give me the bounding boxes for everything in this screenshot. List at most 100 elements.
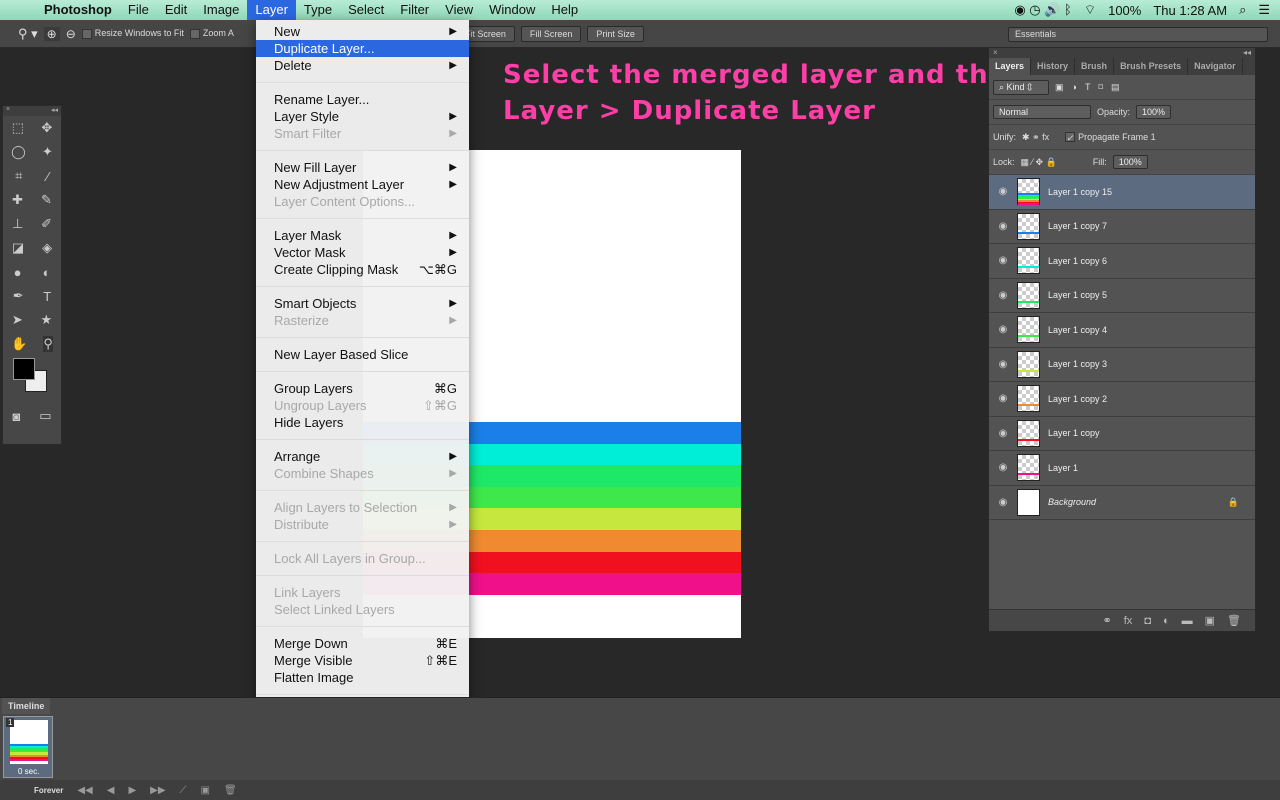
prev-frame-icon[interactable]: ◀ — [107, 785, 115, 796]
blend-mode-select[interactable]: Normal — [993, 105, 1091, 119]
menu-select[interactable]: Select — [340, 0, 392, 20]
menu-app[interactable]: Photoshop — [36, 0, 120, 20]
menu-item-create-clipping-mask[interactable]: Create Clipping Mask ⌥⌘G — [256, 261, 469, 278]
menu-item-delete[interactable]: Delete ▶ — [256, 57, 469, 74]
loop-select[interactable]: Forever — [34, 786, 63, 795]
visibility-eye-icon[interactable]: ◉ — [989, 221, 1017, 232]
notification-icon[interactable]: ☰ — [1258, 2, 1270, 18]
tab-brush-presets[interactable]: Brush Presets — [1114, 58, 1189, 75]
delete-frame-icon[interactable]: 🗑 — [224, 785, 237, 796]
menu-item-new-adjustment-layer[interactable]: New Adjustment Layer ▶ — [256, 176, 469, 193]
tween-icon[interactable]: ⟋ — [180, 785, 187, 796]
menu-item-group-layers[interactable]: Group Layers ⌘G — [256, 380, 469, 397]
layer-name[interactable]: Layer 1 copy 15 — [1048, 187, 1112, 197]
status-icons[interactable]: ◉ ◷ 🔊 ᛒ — [1014, 2, 1072, 18]
resize-windows-checkbox[interactable]: Resize Windows to Fit — [81, 28, 184, 39]
layer-name[interactable]: Layer 1 copy 5 — [1048, 290, 1107, 300]
propagate-checkbox[interactable]: ✓ Propagate Frame 1 — [1065, 132, 1156, 143]
visibility-eye-icon[interactable]: ◉ — [989, 462, 1017, 473]
menu-file[interactable]: File — [120, 0, 157, 20]
layer-row[interactable]: ◉ Layer 1 — [989, 451, 1255, 486]
spotlight-icon[interactable]: ⌕ — [1239, 2, 1246, 18]
tab-navigator[interactable]: Navigator — [1188, 58, 1243, 75]
adjustment-icon[interactable]: ◐ — [1163, 615, 1170, 627]
menu-help[interactable]: Help — [543, 0, 586, 20]
visibility-eye-icon[interactable]: ◉ — [989, 290, 1017, 301]
visibility-eye-icon[interactable]: ◉ — [989, 359, 1017, 370]
fill-screen-button[interactable]: Fill Screen — [520, 25, 582, 42]
menu-window[interactable]: Window — [481, 0, 543, 20]
layer-name[interactable]: Layer 1 copy — [1048, 428, 1100, 438]
layer-name[interactable]: Layer 1 copy 6 — [1048, 256, 1107, 266]
visibility-eye-icon[interactable]: ◉ — [989, 255, 1017, 266]
menu-item-new-fill-layer[interactable]: New Fill Layer ▶ — [256, 159, 469, 176]
menu-type[interactable]: Type — [296, 0, 340, 20]
menu-view[interactable]: View — [437, 0, 481, 20]
tab-history[interactable]: History — [1031, 58, 1076, 75]
trash-icon[interactable]: 🗑 — [1227, 614, 1241, 627]
layer-row[interactable]: ◉ Layer 1 copy 6 — [989, 244, 1255, 279]
menu-filter[interactable]: Filter — [392, 0, 437, 20]
fx-icon[interactable]: fx — [1124, 615, 1133, 627]
zoom-in-icon[interactable]: ⊕ — [43, 26, 60, 41]
tab-brush[interactable]: Brush — [1075, 58, 1115, 75]
layer-name[interactable]: Layer 1 copy 7 — [1048, 221, 1107, 231]
menu-item-merge-visible[interactable]: Merge Visible ⇧⌘E — [256, 652, 469, 669]
clock[interactable]: Thu 1:28 AM — [1153, 3, 1227, 18]
menu-item-vector-mask[interactable]: Vector Mask ▶ — [256, 244, 469, 261]
visibility-eye-icon[interactable]: ◉ — [989, 497, 1017, 508]
layer-row[interactable]: ◉ Layer 1 copy 7 — [989, 210, 1255, 244]
opacity-field[interactable]: 100% — [1136, 105, 1172, 119]
kind-filter-select[interactable]: ⌕ Kind ⇕ — [993, 79, 1049, 95]
visibility-eye-icon[interactable]: ◉ — [989, 428, 1017, 439]
link-icon[interactable]: ⚭ — [1103, 614, 1112, 627]
zoom-out-icon[interactable]: ⊖ — [66, 27, 76, 41]
menu-item-layer-style[interactable]: Layer Style ▶ — [256, 108, 469, 125]
menu-image[interactable]: Image — [195, 0, 247, 20]
fill-field[interactable]: 100% — [1112, 155, 1148, 169]
layer-row[interactable]: ◉ Layer 1 copy — [989, 417, 1255, 451]
mask-icon[interactable]: ◘ — [1144, 615, 1151, 627]
menu-item-rename-layer[interactable]: Rename Layer... — [256, 91, 469, 108]
filter-icons[interactable]: ▣◑T⌑▤ — [1055, 82, 1128, 93]
tab-layers[interactable]: Layers — [989, 58, 1032, 75]
lock-icons[interactable]: ▦ ⁄ ✥ 🔒 — [1021, 157, 1057, 168]
color-swatches[interactable] — [3, 356, 61, 404]
layer-name[interactable]: Layer 1 copy 3 — [1048, 359, 1107, 369]
battery-level[interactable]: 100% — [1108, 3, 1141, 18]
frame-delay[interactable]: 0 sec. — [18, 767, 39, 776]
visibility-eye-icon[interactable]: ◉ — [989, 324, 1017, 335]
layer-row[interactable]: ◉ Layer 1 copy 5 — [989, 279, 1255, 313]
wifi-icon[interactable]: ⌔ — [1084, 2, 1096, 18]
menu-item-merge-down[interactable]: Merge Down ⌘E — [256, 635, 469, 652]
menu-item-duplicate-layer[interactable]: Duplicate Layer... — [256, 40, 469, 57]
next-frame-icon[interactable]: ▶▶ — [150, 785, 165, 796]
layer-name[interactable]: Background — [1048, 497, 1096, 507]
layer-row[interactable]: ◉ Background 🔒 — [989, 486, 1255, 520]
menu-layer[interactable]: Layer — [247, 0, 296, 20]
menu-item-smart-objects[interactable]: Smart Objects ▶ — [256, 295, 469, 312]
duplicate-frame-icon[interactable]: ▣ — [201, 785, 210, 796]
layer-name[interactable]: Layer 1 copy 2 — [1048, 394, 1107, 404]
zoom-tool-icon[interactable]: ⚲ ▾ — [18, 26, 38, 42]
menu-item-hide-layers[interactable]: Hide Layers — [256, 414, 469, 431]
menu-item-arrange[interactable]: Arrange ▶ — [256, 448, 469, 465]
tool-row[interactable]: ⬚ ✥ — [3, 116, 61, 140]
menu-item-new-layer-based-slice[interactable]: New Layer Based Slice — [256, 346, 469, 363]
zoom-all-checkbox[interactable]: Zoom A — [189, 28, 234, 39]
new-layer-icon[interactable]: ▣ — [1205, 614, 1215, 627]
visibility-eye-icon[interactable]: ◉ — [989, 393, 1017, 404]
workspace-select[interactable]: Essentials — [1008, 27, 1268, 42]
menu-item-flatten-image[interactable]: Flatten Image — [256, 669, 469, 686]
unify-icons[interactable]: ✱ ⚭ fx — [1022, 132, 1049, 143]
layer-name[interactable]: Layer 1 — [1048, 463, 1078, 473]
timeline-frame[interactable]: 1 0 sec. — [3, 716, 53, 778]
play-icon[interactable]: ▶ — [128, 785, 136, 796]
menu-edit[interactable]: Edit — [157, 0, 195, 20]
layer-row[interactable]: ◉ Layer 1 copy 3 — [989, 348, 1255, 382]
layer-row[interactable]: ◉ Layer 1 copy 2 — [989, 382, 1255, 417]
tab-timeline[interactable]: Timeline — [2, 698, 51, 714]
first-frame-icon[interactable]: ◀◀ — [77, 785, 92, 796]
visibility-eye-icon[interactable]: ◉ — [989, 186, 1017, 197]
layer-row[interactable]: ◉ Layer 1 copy 15 — [989, 175, 1255, 210]
